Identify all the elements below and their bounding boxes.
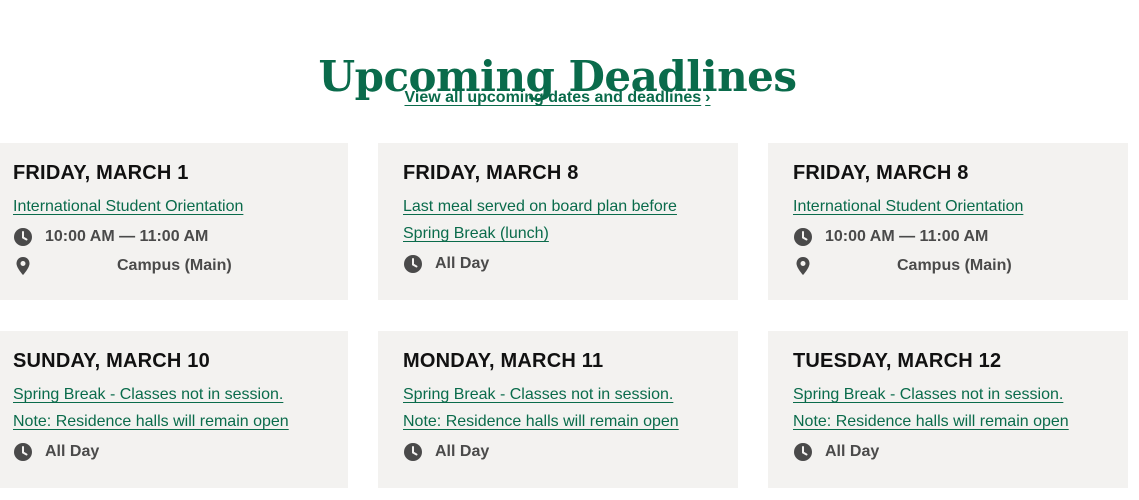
view-all-link[interactable]: View all upcoming dates and deadlines › — [405, 89, 711, 106]
deadline-date: FRIDAY, MARCH 8 — [403, 162, 579, 184]
event-time: All Day — [403, 441, 738, 463]
event-location: Campus (Main) — [793, 255, 1128, 277]
event-time-text: 10:00 AM — 11:00 AM — [825, 228, 989, 245]
deadline-date: FRIDAY, MARCH 8 — [793, 162, 969, 184]
deadline-card: SUNDAY, MARCH 10 Spring Break - Classes … — [0, 331, 348, 488]
map-pin-icon — [793, 256, 813, 276]
event-time: All Day — [793, 441, 1128, 463]
event-link[interactable]: Last meal served on board plan before Spr… — [403, 198, 677, 242]
event-link-line: Spring Break - Classes not in session. — [13, 386, 284, 403]
event-link[interactable]: Spring Break - Classes not in session. No… — [403, 386, 679, 430]
clock-icon — [403, 442, 423, 462]
event-link[interactable]: Spring Break - Classes not in session. No… — [13, 386, 289, 430]
event-link[interactable]: International Student Orientation — [793, 198, 1023, 215]
deadline-card: TUESDAY, MARCH 12 Spring Break - Classes… — [768, 331, 1128, 488]
deadline-event: Spring Break - Classes not in session. No… — [793, 381, 1128, 435]
event-link[interactable]: International Student Orientation — [13, 198, 243, 215]
clock-icon — [13, 227, 33, 247]
clock-icon — [793, 442, 813, 462]
event-location-text: Campus (Main) — [117, 257, 232, 274]
view-all-label: View all upcoming dates and deadlines — [404, 89, 702, 106]
deadline-event: Spring Break - Classes not in session. No… — [13, 381, 348, 435]
event-time-text: All Day — [435, 255, 490, 272]
deadline-card: FRIDAY, MARCH 8 Last meal served on boar… — [378, 143, 738, 300]
deadline-date: TUESDAY, MARCH 12 — [793, 350, 1002, 372]
clock-icon — [403, 254, 423, 274]
deadline-card: FRIDAY, MARCH 8 International Student Or… — [768, 143, 1128, 300]
event-time-text: All Day — [435, 443, 490, 460]
event-link-line: Spring Break - Classes not in session. — [793, 386, 1064, 403]
event-link-line: Spring Break - Classes not in session. — [403, 386, 674, 403]
event-time-text: 10:00 AM — 11:00 AM — [45, 228, 209, 245]
event-link-line: Note: Residence halls will remain open — [793, 413, 1069, 430]
event-time-text: All Day — [45, 443, 100, 460]
deadline-event: International Student Orientation — [13, 193, 348, 220]
view-all-deadlines: View all upcoming dates and deadlines › — [0, 89, 1115, 107]
deadline-date: FRIDAY, MARCH 1 — [13, 162, 189, 184]
event-time: All Day — [13, 441, 348, 463]
event-time: 10:00 AM — 11:00 AM — [13, 226, 348, 248]
deadline-event: International Student Orientation — [793, 193, 1128, 220]
event-link-line: Last meal served on board plan before — [403, 198, 677, 215]
chevron-right-icon: › — [705, 89, 711, 106]
event-time: All Day — [403, 253, 738, 275]
event-time: 10:00 AM — 11:00 AM — [793, 226, 1128, 248]
deadline-card: MONDAY, MARCH 11 Spring Break - Classes … — [378, 331, 738, 488]
deadline-date: SUNDAY, MARCH 10 — [13, 350, 210, 372]
event-link[interactable]: Spring Break - Classes not in session. No… — [793, 386, 1069, 430]
clock-icon — [13, 442, 33, 462]
event-link-line: Note: Residence halls will remain open — [403, 413, 679, 430]
deadline-event: Spring Break - Classes not in session. No… — [403, 381, 738, 435]
deadline-event: Last meal served on board plan before Spr… — [403, 193, 738, 247]
event-location: Campus (Main) — [13, 255, 348, 277]
deadline-date: MONDAY, MARCH 11 — [403, 350, 604, 372]
deadline-card: FRIDAY, MARCH 1 International Student Or… — [0, 143, 348, 300]
map-pin-icon — [13, 256, 33, 276]
event-link-line: Note: Residence halls will remain open — [13, 413, 289, 430]
clock-icon — [793, 227, 813, 247]
event-link-line: Spring Break (lunch) — [403, 225, 549, 242]
event-location-text: Campus (Main) — [897, 257, 1012, 274]
event-time-text: All Day — [825, 443, 880, 460]
